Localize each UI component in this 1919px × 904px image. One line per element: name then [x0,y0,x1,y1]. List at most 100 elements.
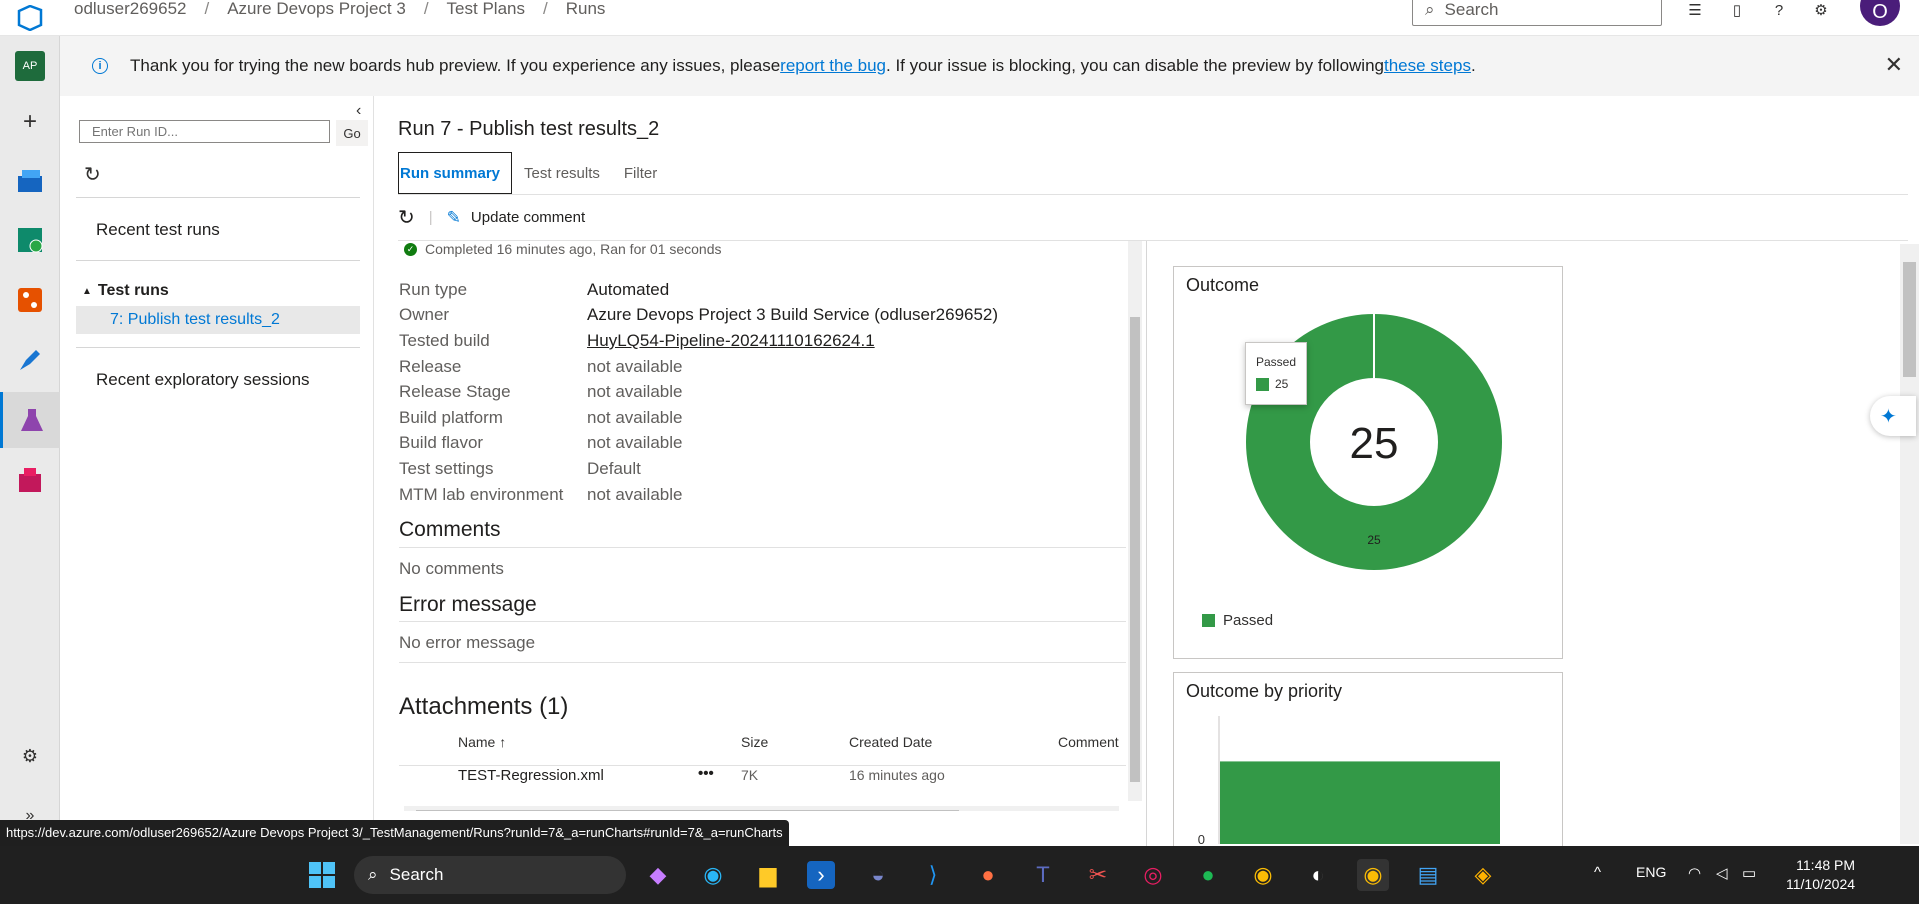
collapse-panel-icon[interactable]: ‹ [356,102,361,120]
property-row: Test settings Default [399,456,998,482]
teams-icon[interactable]: T [1027,859,1059,891]
battery-icon[interactable]: ▭ [1742,864,1756,882]
breadcrumb-project[interactable]: Azure Devops Project 3 [227,0,406,19]
legend-swatch [1256,377,1269,391]
col-comment-header[interactable]: Comment [1058,734,1119,750]
task-list-icon[interactable]: ☰ [1685,2,1705,19]
breadcrumb-test-plans[interactable]: Test Plans [447,0,525,19]
property-key: Build flavor [399,433,484,453]
run-id-input[interactable] [79,120,330,143]
artifacts-icon[interactable] [0,456,60,504]
top-search-box[interactable]: ⌕ Search [1412,0,1662,26]
col-name-header[interactable]: Name ↑ [458,734,506,750]
col-size-header[interactable]: Size [741,734,768,750]
wifi-icon[interactable]: ◠ [1688,864,1701,882]
git-icon[interactable]: ◈ [1467,859,1499,891]
refresh-icon[interactable]: ↻ [398,205,415,230]
col-created-header[interactable]: Created Date [849,734,932,750]
snipping-tool-icon[interactable]: ✂ [1082,859,1114,891]
chrome-active-icon[interactable]: ◉ [1357,859,1389,891]
banner-text-2: . If your issue is blocking, you can dis… [886,56,1384,75]
tab-run-summary[interactable]: Run summary [398,152,513,194]
windows-start-icon[interactable] [306,859,338,891]
tab-test-results[interactable]: Test results [512,152,612,194]
property-value[interactable]: HuyLQ54-Pipeline-20241110162624.1 [587,331,875,351]
instagram-icon[interactable]: ◎ [1137,859,1169,891]
legend-swatch [1202,614,1215,627]
update-comment-button[interactable]: ✎ Update comment [447,208,585,228]
page-scrollbar[interactable] [1900,244,1919,844]
marketplace-icon[interactable]: ▯ [1727,2,1747,19]
test-plans-icon[interactable] [0,392,60,448]
eclipse-icon[interactable]: ◐ [1302,859,1334,891]
horizontal-scrollbar[interactable] [404,806,1119,811]
pipelines-icon[interactable] [0,336,60,384]
property-row: MTM lab environment not available [399,482,998,508]
run-list-item[interactable]: 7: Publish test results_2 [76,306,360,334]
banner-text-3: . [1470,56,1476,75]
chrome-icon[interactable]: ◉ [1247,859,1279,891]
property-key: Owner [399,305,450,325]
tab-filter[interactable]: Filter [612,152,669,194]
breadcrumb-org[interactable]: odluser269652 [74,0,186,19]
property-value: Default [587,458,641,478]
spotify-icon[interactable]: ● [1192,859,1224,891]
tray-chevron-icon[interactable]: ^ [1594,864,1601,881]
file-explorer-icon[interactable]: ▆ [752,859,784,891]
test-runs-header[interactable]: ▲ Test runs [82,282,169,300]
edge-icon[interactable]: ◉ [697,859,729,891]
outcome-legend: Passed [1202,612,1273,629]
refresh-icon[interactable]: ↻ [84,162,101,187]
user-settings-icon[interactable]: ⚙ [1811,2,1831,19]
breadcrumb-runs[interactable]: Runs [566,0,606,19]
help-icon[interactable]: ? [1769,2,1789,19]
error-title: Error message [399,593,537,616]
discord-icon[interactable]: ◒ [862,859,894,891]
project-badge[interactable]: AP [0,42,60,90]
boards-icon[interactable] [0,216,60,264]
report-bug-link[interactable]: report the bug [780,56,886,76]
repos-icon[interactable] [0,276,60,324]
volume-icon[interactable]: ◁ [1716,864,1728,882]
property-key: Tested build [399,330,490,350]
property-value: not available [587,407,683,427]
info-icon: i [92,58,108,74]
run-summary-pane: ✓ Completed 16 minutes ago, Ran for 01 s… [398,241,1126,811]
taskbar: ⌕ Search ◆ ◉ ▆ › ◒ ⟩ ● T ✂ ◎ ● ◉ ◐ ◉ ▤ ◈… [0,846,1919,904]
comments-text: No comments [399,559,504,578]
close-icon[interactable]: ✕ [1885,52,1903,78]
vscode-icon[interactable]: ⟩ [917,859,949,891]
notepad-icon[interactable]: ▤ [1412,859,1444,891]
property-key: Test settings [399,458,494,478]
clock[interactable]: 11:48 PM 11/10/2024 [1786,856,1855,894]
toolbar: ↻ | ✎ Update comment [398,205,586,230]
overview-icon[interactable] [0,156,60,204]
vertical-scrollbar[interactable] [1128,241,1142,801]
assistant-icon[interactable]: ✦ [1870,396,1916,436]
run-status: ✓ Completed 16 minutes ago, Ran for 01 s… [404,241,722,257]
top-icons: ☰ ▯ ? ⚙ [1685,0,1831,20]
search-placeholder: Search [1444,0,1499,19]
recent-exploratory-sessions[interactable]: Recent exploratory sessions [96,370,310,390]
bar-priority-0[interactable] [1220,761,1500,844]
property-row: Build flavor not available [399,431,998,457]
azure-devops-logo-icon[interactable] [0,0,60,36]
go-button[interactable]: Go [336,120,368,146]
taskbar-search[interactable]: ⌕ Search [354,856,626,894]
language-indicator[interactable]: ENG [1636,864,1666,880]
comments-title: Comments [399,518,501,541]
project-settings-icon[interactable]: ⚙ [0,732,60,780]
avatar[interactable]: O [1860,0,1900,26]
property-row: Tested build HuyLQ54-Pipeline-20241110162… [399,328,998,354]
postman-icon[interactable]: ● [972,859,1004,891]
expand-triangle-icon: ▲ [82,285,92,297]
attachment-name[interactable]: TEST-Regression.xml [458,767,604,784]
outcome-by-priority-chart: 0 [1198,716,1500,846]
property-key: Release [399,356,462,376]
recent-test-runs[interactable]: Recent test runs [96,220,220,240]
more-actions-icon[interactable]: ••• [698,765,714,782]
these-steps-link[interactable]: these steps [1384,56,1471,76]
copilot-icon[interactable]: ◆ [642,859,674,891]
powershell-icon[interactable]: › [807,861,835,889]
add-icon[interactable]: + [0,98,60,146]
